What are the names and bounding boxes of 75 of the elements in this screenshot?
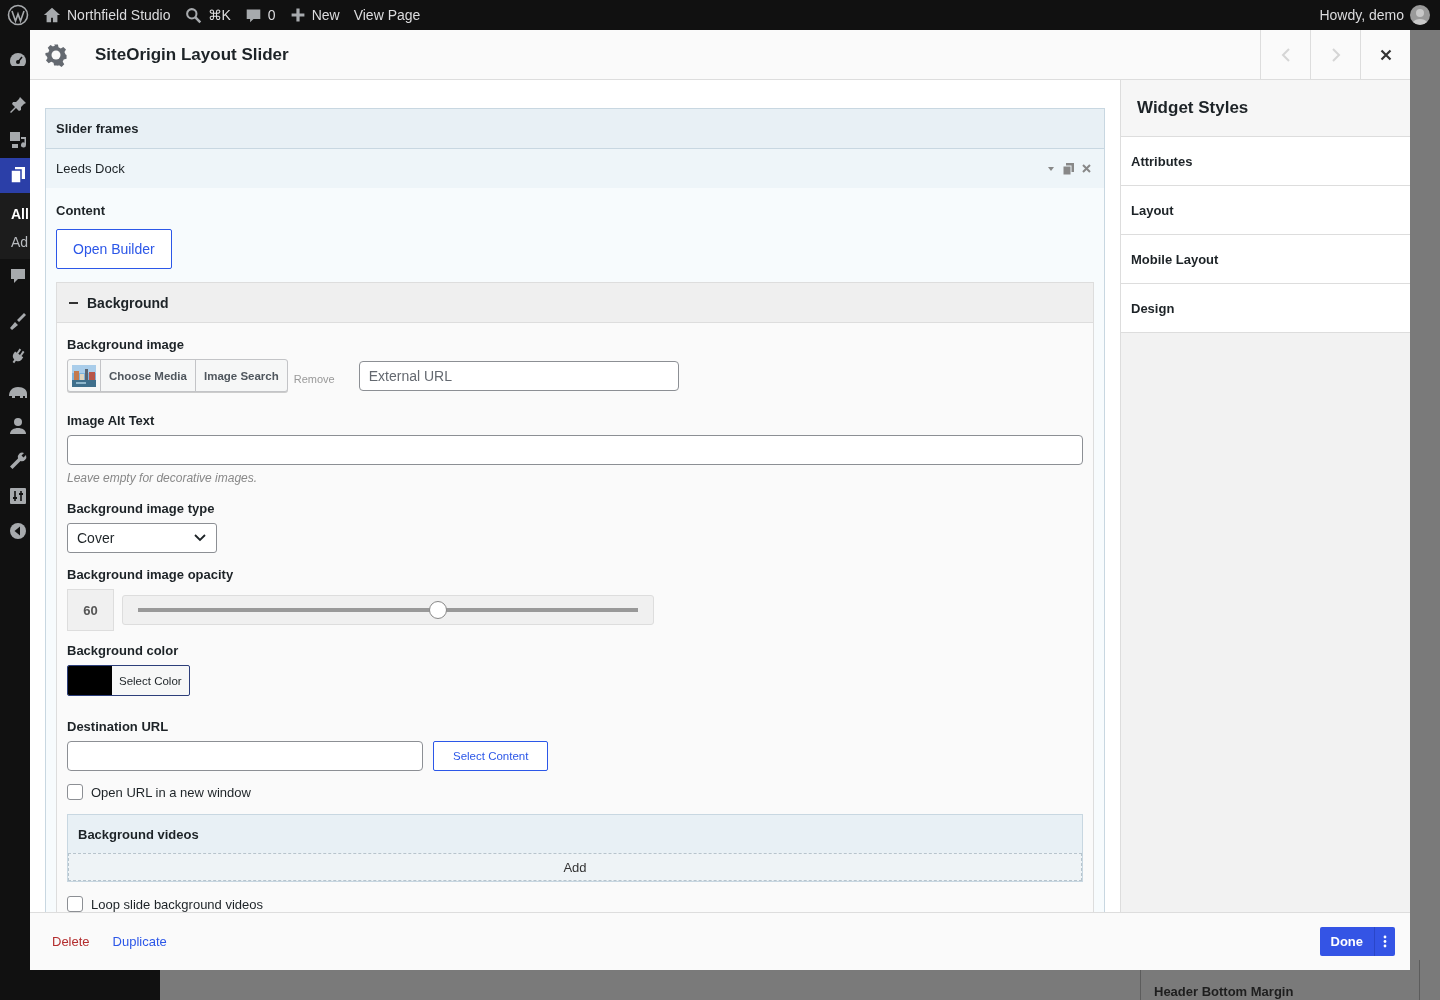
style-section-tab[interactable]: Layout <box>1121 186 1410 235</box>
panel-title: Background videos <box>78 826 199 842</box>
chevron-right-icon <box>1329 46 1342 63</box>
search-shortcut[interactable]: ⌘K <box>207 7 231 23</box>
wrench-icon[interactable] <box>8 451 28 471</box>
pages-icon[interactable] <box>8 165 28 185</box>
arrow-circle-icon[interactable] <box>8 521 28 541</box>
style-section-tab[interactable]: Design <box>1121 284 1410 333</box>
pin-icon[interactable] <box>8 95 28 115</box>
menu-item-highlight[interactable] <box>0 157 30 193</box>
panel-title: Slider frames <box>56 121 139 136</box>
delete-link[interactable]: Delete <box>52 934 90 949</box>
comment-icon[interactable] <box>8 266 28 286</box>
open-builder-button[interactable]: Open Builder <box>56 229 172 269</box>
duplicate-link[interactable]: Duplicate <box>112 934 167 949</box>
frame-header[interactable]: Leeds Dock <box>46 149 1104 188</box>
select-value: Cover <box>77 530 115 546</box>
slider-thumb[interactable] <box>429 601 447 619</box>
brush-icon[interactable] <box>8 311 28 331</box>
field-label: Background image opacity <box>67 566 235 584</box>
site-name-link[interactable]: Northfield Studio <box>67 7 171 23</box>
choose-media-button[interactable]: Choose Media <box>101 360 196 391</box>
view-page-link[interactable]: View Page <box>353 7 421 23</box>
section-title: Background <box>87 294 169 311</box>
comment-count[interactable]: 0 <box>267 7 276 23</box>
setting-label: Header Bottom Margin <box>1154 984 1294 999</box>
section-header[interactable]: Background <box>57 283 1093 323</box>
field-label: Background color <box>67 642 180 660</box>
field-description: Leave empty for decorative images. <box>67 470 259 486</box>
checkbox[interactable] <box>67 896 83 912</box>
caret-icon[interactable] <box>1047 164 1055 173</box>
alt-text-field[interactable] <box>67 435 1083 465</box>
field-label: Content <box>56 202 107 220</box>
gear-icon <box>44 42 68 67</box>
chevron-left-icon <box>1279 46 1292 63</box>
field-label: Destination URL <box>67 718 170 736</box>
more-button[interactable] <box>1374 927 1395 956</box>
image-type-select[interactable]: Cover <box>67 523 217 553</box>
submenu-link[interactable]: All <box>0 199 29 228</box>
style-section-tab[interactable]: Mobile Layout <box>1121 235 1410 284</box>
search-icon[interactable] <box>184 6 202 24</box>
opacity-value: 60 <box>67 589 114 631</box>
user-icon[interactable] <box>8 416 28 436</box>
greeting-link[interactable]: Howdy, demo <box>1319 7 1404 23</box>
style-section-tab[interactable]: Attributes <box>1121 137 1410 186</box>
close-icon <box>1379 48 1392 61</box>
avatar[interactable] <box>1410 5 1430 25</box>
url-field[interactable]: External URL <box>358 360 679 391</box>
field-label: Background image <box>67 336 186 354</box>
new-link[interactable]: New <box>311 7 340 23</box>
add-button[interactable]: Add <box>68 853 1082 881</box>
wordpress-logo[interactable] <box>7 4 29 26</box>
modal-title: SiteOrigin Layout Slider <box>95 44 290 65</box>
select-content-button[interactable]: Select Content <box>433 741 549 771</box>
media-icon[interactable] <box>8 130 28 150</box>
close-icon[interactable] <box>1082 164 1091 173</box>
checkbox[interactable] <box>67 784 83 800</box>
url-field[interactable] <box>67 741 423 771</box>
field-label: Image Alt Text <box>67 412 156 430</box>
plus-icon[interactable] <box>289 7 306 23</box>
copy-icon[interactable] <box>1063 162 1074 175</box>
frame-title: Leeds Dock <box>56 161 126 176</box>
select-color-label: Select Color <box>118 673 183 689</box>
field-label: Background image type <box>67 500 216 518</box>
color-picker-button[interactable]: Select Color <box>67 665 190 696</box>
image-search-button[interactable]: Image Search <box>195 360 287 391</box>
checkbox-label: Loop slide background videos <box>91 896 263 912</box>
submenu-link[interactable]: Ad <box>0 227 29 256</box>
sliders-icon[interactable] <box>8 486 28 506</box>
checkbox-label: Open URL in a new window <box>91 784 251 800</box>
sidebar-title: Widget Styles <box>1121 80 1410 137</box>
done-button[interactable]: Done <box>1319 927 1374 956</box>
more-icon <box>1383 935 1387 948</box>
chevron-down-icon <box>194 534 206 542</box>
home-icon[interactable] <box>43 6 61 24</box>
